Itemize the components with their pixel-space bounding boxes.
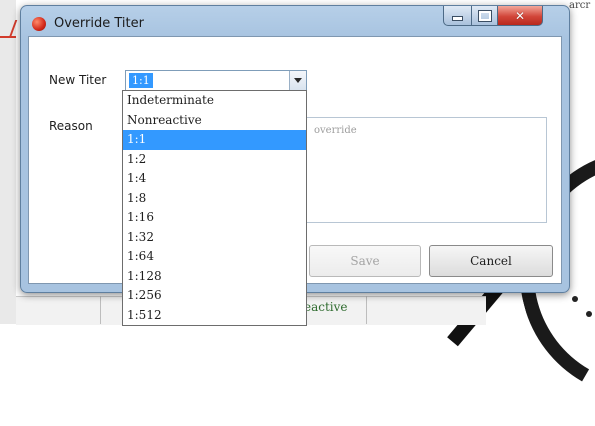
app-icon bbox=[32, 17, 46, 31]
chevron-down-icon bbox=[294, 78, 302, 83]
dropdown-option[interactable]: 1:128 bbox=[123, 267, 306, 287]
dropdown-option[interactable]: 1:512 bbox=[123, 306, 306, 326]
dropdown-option[interactable]: 1:4 bbox=[123, 169, 306, 189]
background-dot bbox=[586, 311, 592, 317]
dropdown-option[interactable]: Nonreactive bbox=[123, 111, 306, 131]
background-red-connector bbox=[0, 20, 18, 48]
save-button[interactable]: Save bbox=[309, 245, 421, 277]
background-panel bbox=[0, 0, 16, 324]
background-text-fragment: arcr bbox=[569, 0, 591, 11]
dropdown-option-selected[interactable]: 1:1 bbox=[123, 130, 306, 150]
cancel-button[interactable]: Cancel bbox=[429, 245, 553, 277]
background-dot bbox=[572, 296, 578, 302]
dropdown-option[interactable]: 1:16 bbox=[123, 208, 306, 228]
new-titer-label: New Titer bbox=[49, 73, 107, 87]
window-title: Override Titer bbox=[54, 16, 144, 31]
dropdown-option[interactable]: 1:8 bbox=[123, 189, 306, 209]
minimize-button[interactable] bbox=[443, 6, 472, 26]
dropdown-option[interactable]: 1:2 bbox=[123, 150, 306, 170]
background-grid-divider bbox=[366, 296, 367, 324]
title-bar[interactable]: Override Titer ✕ bbox=[21, 6, 569, 36]
reason-label: Reason bbox=[49, 119, 93, 133]
maximize-button[interactable] bbox=[471, 6, 498, 26]
dropdown-option[interactable]: 1:256 bbox=[123, 286, 306, 306]
minimize-icon bbox=[452, 16, 463, 21]
dropdown-option[interactable]: 1:64 bbox=[123, 247, 306, 267]
titer-dropdown-list[interactable]: Indeterminate Nonreactive 1:1 1:2 1:4 1:… bbox=[122, 90, 307, 326]
dropdown-arrow-button[interactable] bbox=[289, 71, 306, 90]
background-status-text: eactive bbox=[304, 300, 348, 314]
close-button[interactable]: ✕ bbox=[497, 6, 543, 26]
dropdown-option[interactable]: Indeterminate bbox=[123, 91, 306, 111]
maximize-icon bbox=[477, 9, 492, 22]
window-controls: ✕ bbox=[443, 6, 563, 26]
dropdown-option[interactable]: 1:32 bbox=[123, 228, 306, 248]
new-titer-value: 1:1 bbox=[129, 73, 153, 88]
reason-placeholder: override bbox=[314, 125, 357, 136]
background-grid-divider bbox=[100, 296, 101, 324]
close-icon: ✕ bbox=[514, 8, 526, 23]
